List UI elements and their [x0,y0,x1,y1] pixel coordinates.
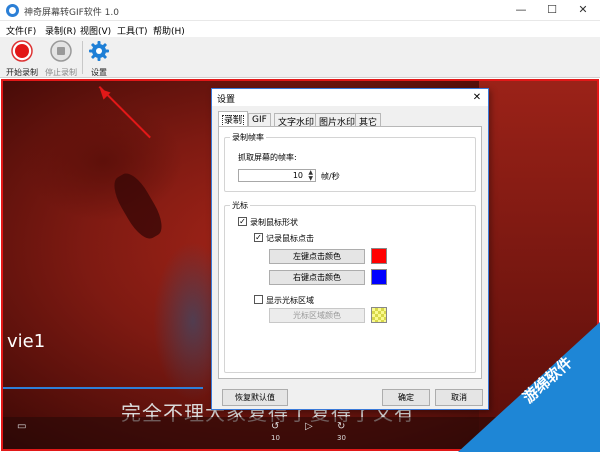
dialog-close-button[interactable]: ✕ [468,90,486,105]
video-overlay-text: vie1 [7,331,46,352]
frame-rate-group: 录制帧率 抓取屏幕的帧率: 10 ▲ ▼ 帧/秒 [224,132,476,192]
screen-icon: ▭ [17,421,27,432]
forward-seconds: 30 [337,434,346,442]
left-click-color-swatch[interactable] [371,248,387,264]
settings-label: 设置 [91,68,107,77]
tab-panel: 录制帧率 抓取屏幕的帧率: 10 ▲ ▼ 帧/秒 光标 ✓ 录制鼠标形状 ✓ 记录… [218,126,482,379]
cursor-legend: 光标 [230,200,250,211]
close-button[interactable]: ✕ [568,1,598,19]
toolbar: 开始录制 停止录制 设置 [0,37,600,78]
video-progress-line [3,387,203,389]
stop-icon [50,40,72,62]
spin-up-down-icon[interactable]: ▲ ▼ [308,170,313,182]
start-record-button[interactable]: 开始录制 [4,40,40,78]
record-click-checkbox[interactable]: ✓ [254,233,263,242]
stop-record-button[interactable]: 停止录制 [43,40,79,78]
rewind-icon: ↺ [271,421,280,432]
menu-bar: 文件(F) 录制(R) 视图(V) 工具(T) 帮助(H) [0,21,600,37]
app-icon [6,4,19,17]
forward-icon: ↻ [337,421,346,432]
tab-image-watermark[interactable]: 图片水印 [315,113,360,128]
menu-file[interactable]: 文件(F) [6,24,36,37]
menu-help[interactable]: 帮助(H) [153,24,185,37]
tab-record[interactable]: 录制 [218,111,249,127]
menu-tools[interactable]: 工具(T) [117,24,148,37]
frame-rate-unit: 帧/秒 [321,172,340,181]
toolbar-separator [82,41,83,74]
maximize-button[interactable]: ☐ [537,1,567,19]
gear-icon [89,41,109,61]
frame-rate-stepper[interactable]: 10 ▲ ▼ [238,169,316,182]
tab-gif[interactable]: GIF [248,113,271,127]
tab-text-watermark[interactable]: 文字水印 [274,113,319,128]
cursor-area-color-button[interactable]: 光标区域颜色 [269,308,365,323]
record-icon [11,40,33,62]
video-background [23,101,183,221]
right-click-color-swatch[interactable] [371,269,387,285]
dialog-title-bar: 设置 ✕ [212,89,488,106]
settings-dialog: 设置 ✕ 录制 GIF 文字水印 图片水印 其它 录制帧率 抓取屏幕的帧率: 1… [211,88,489,410]
stop-record-label: 停止录制 [45,68,77,77]
record-cursor-label: 录制鼠标形状 [250,218,298,227]
frame-rate-legend: 录制帧率 [230,132,266,143]
tab-other[interactable]: 其它 [355,113,382,128]
start-record-label: 开始录制 [6,68,38,77]
settings-button[interactable]: 设置 [86,40,112,78]
show-cursor-area-checkbox[interactable] [254,295,263,304]
show-cursor-area-label: 显示光标区域 [266,296,314,305]
menu-view[interactable]: 视图(V) [80,24,111,37]
minimize-button[interactable]: — [506,1,536,19]
cursor-area-color-swatch[interactable] [371,307,387,323]
reset-defaults-button[interactable]: 恢复默认值 [222,389,288,406]
title-bar: 神奇屏幕转GIF软件 1.0 — ☐ ✕ [0,0,600,21]
right-click-color-button[interactable]: 右键点击颜色 [269,270,365,285]
record-click-label: 记录鼠标点击 [266,234,314,243]
app-title: 神奇屏幕转GIF软件 1.0 [24,8,119,18]
cursor-group: 光标 ✓ 录制鼠标形状 ✓ 记录鼠标点击 左键点击颜色 右键点击颜色 显示光标区… [224,200,476,373]
rewind-seconds: 10 [271,434,280,442]
frame-rate-label: 抓取屏幕的帧率: [238,153,297,162]
left-click-color-button[interactable]: 左键点击颜色 [269,249,365,264]
play-icon: ▷ [305,421,313,432]
ok-button[interactable]: 确定 [382,389,430,406]
menu-record[interactable]: 录制(R) [45,24,76,37]
frame-rate-value: 10 [292,171,303,180]
dialog-title: 设置 [217,95,236,105]
record-cursor-checkbox[interactable]: ✓ [238,217,247,226]
